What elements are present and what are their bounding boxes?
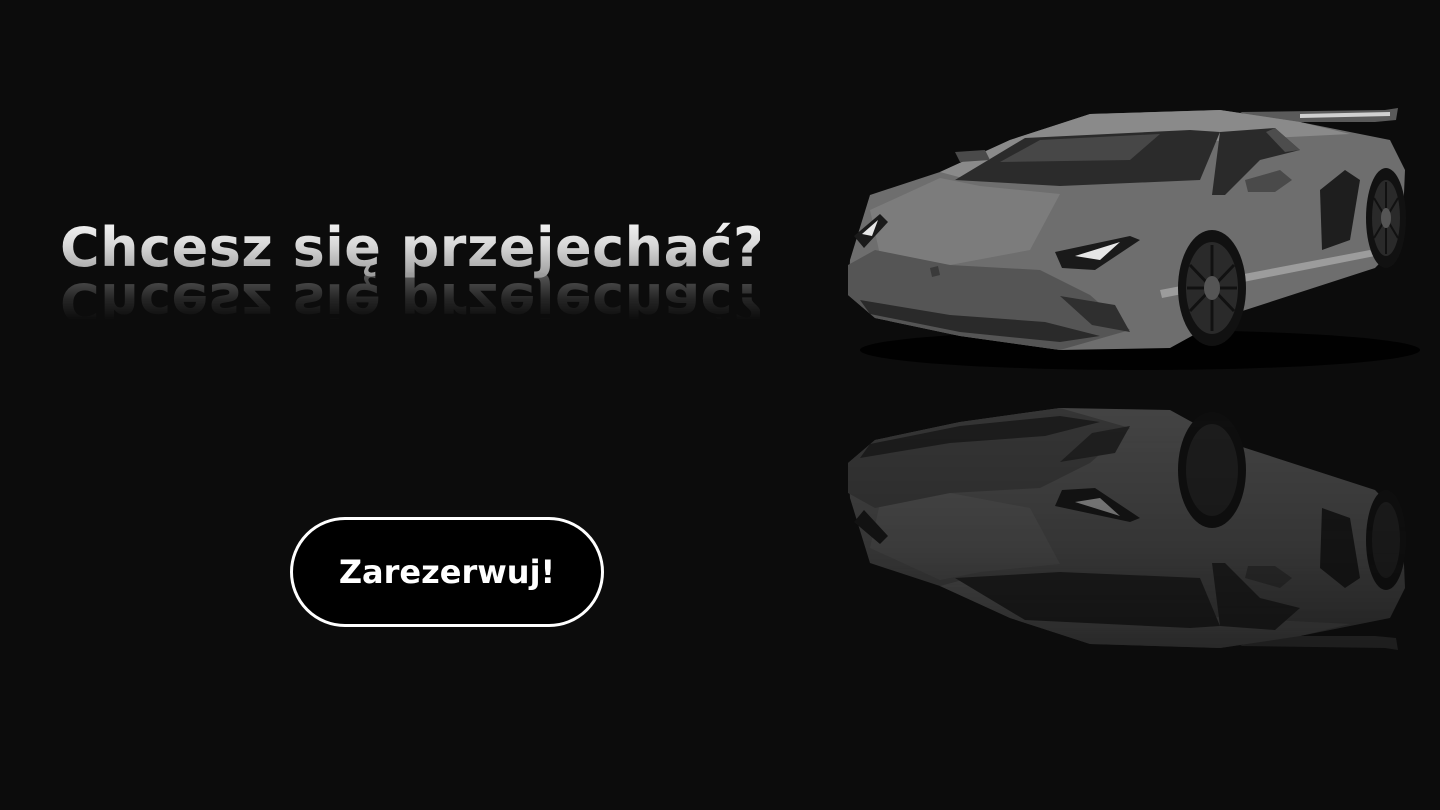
hero-section: Chcesz się przejechać? Chcesz się przeje…: [0, 0, 1440, 810]
reserve-button[interactable]: Zarezerwuj!: [290, 517, 604, 627]
page-title-reflection: Chcesz się przejechać?: [60, 271, 765, 334]
car-illustration: [830, 100, 1430, 660]
car-reflection: [848, 408, 1406, 650]
sports-car-icon: [848, 108, 1420, 370]
headline-block: Chcesz się przejechać? Chcesz się przeje…: [60, 212, 765, 338]
